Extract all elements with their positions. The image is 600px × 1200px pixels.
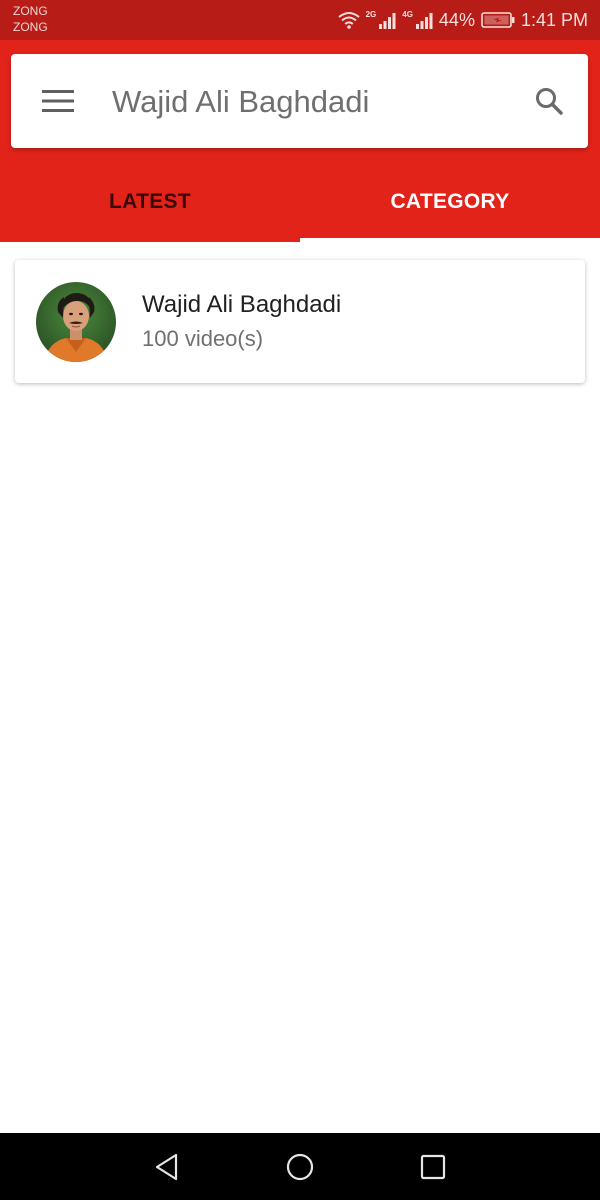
- recent-apps-icon[interactable]: [411, 1145, 455, 1189]
- category-name: Wajid Ali Baghdadi: [142, 291, 342, 318]
- tab-latest[interactable]: LATEST: [0, 162, 300, 242]
- tab-category-label: CATEGORY: [390, 190, 510, 213]
- hamburger-menu-icon[interactable]: [37, 80, 79, 122]
- carrier-info: ZONG ZONG: [13, 4, 48, 36]
- app-header: Wajid Ali Baghdadi LATEST CATEGORY: [0, 40, 600, 242]
- status-bar: ZONG ZONG 2G 4G 44% 1:41 PM: [0, 0, 600, 40]
- home-icon[interactable]: [278, 1145, 322, 1189]
- category-list: Wajid Ali Baghdadi 100 video(s): [0, 242, 600, 1132]
- search-title[interactable]: Wajid Ali Baghdadi: [112, 82, 369, 122]
- carrier-label-1: ZONG: [13, 4, 48, 18]
- network-type-1: 2G: [365, 9, 377, 19]
- carrier-label-2: ZONG: [13, 20, 48, 34]
- status-time: 1:41 PM: [520, 9, 588, 30]
- battery-percent: 44%: [438, 9, 475, 30]
- tab-bar: LATEST CATEGORY: [0, 162, 600, 242]
- network-type-2: 4G: [402, 9, 413, 19]
- video-count: 100 video(s): [142, 326, 264, 351]
- system-nav-bar: [0, 1133, 600, 1200]
- search-bar[interactable]: Wajid Ali Baghdadi: [11, 54, 588, 148]
- battery-icon: [481, 11, 515, 29]
- list-item[interactable]: Wajid Ali Baghdadi 100 video(s): [15, 260, 585, 383]
- wifi-icon: [337, 11, 360, 29]
- search-icon[interactable]: [528, 80, 570, 122]
- back-icon[interactable]: [145, 1145, 189, 1189]
- avatar: [36, 282, 116, 362]
- app-screen: ZONG ZONG 2G 4G 44% 1:41 PM Wajid Ali Ba…: [0, 0, 600, 1200]
- signal-icon: [378, 11, 396, 29]
- tab-latest-label: LATEST: [109, 190, 191, 213]
- status-icons: 2G 4G 44% 1:41 PM: [337, 0, 588, 40]
- tab-category[interactable]: CATEGORY: [300, 162, 600, 242]
- signal-icon: [415, 11, 433, 29]
